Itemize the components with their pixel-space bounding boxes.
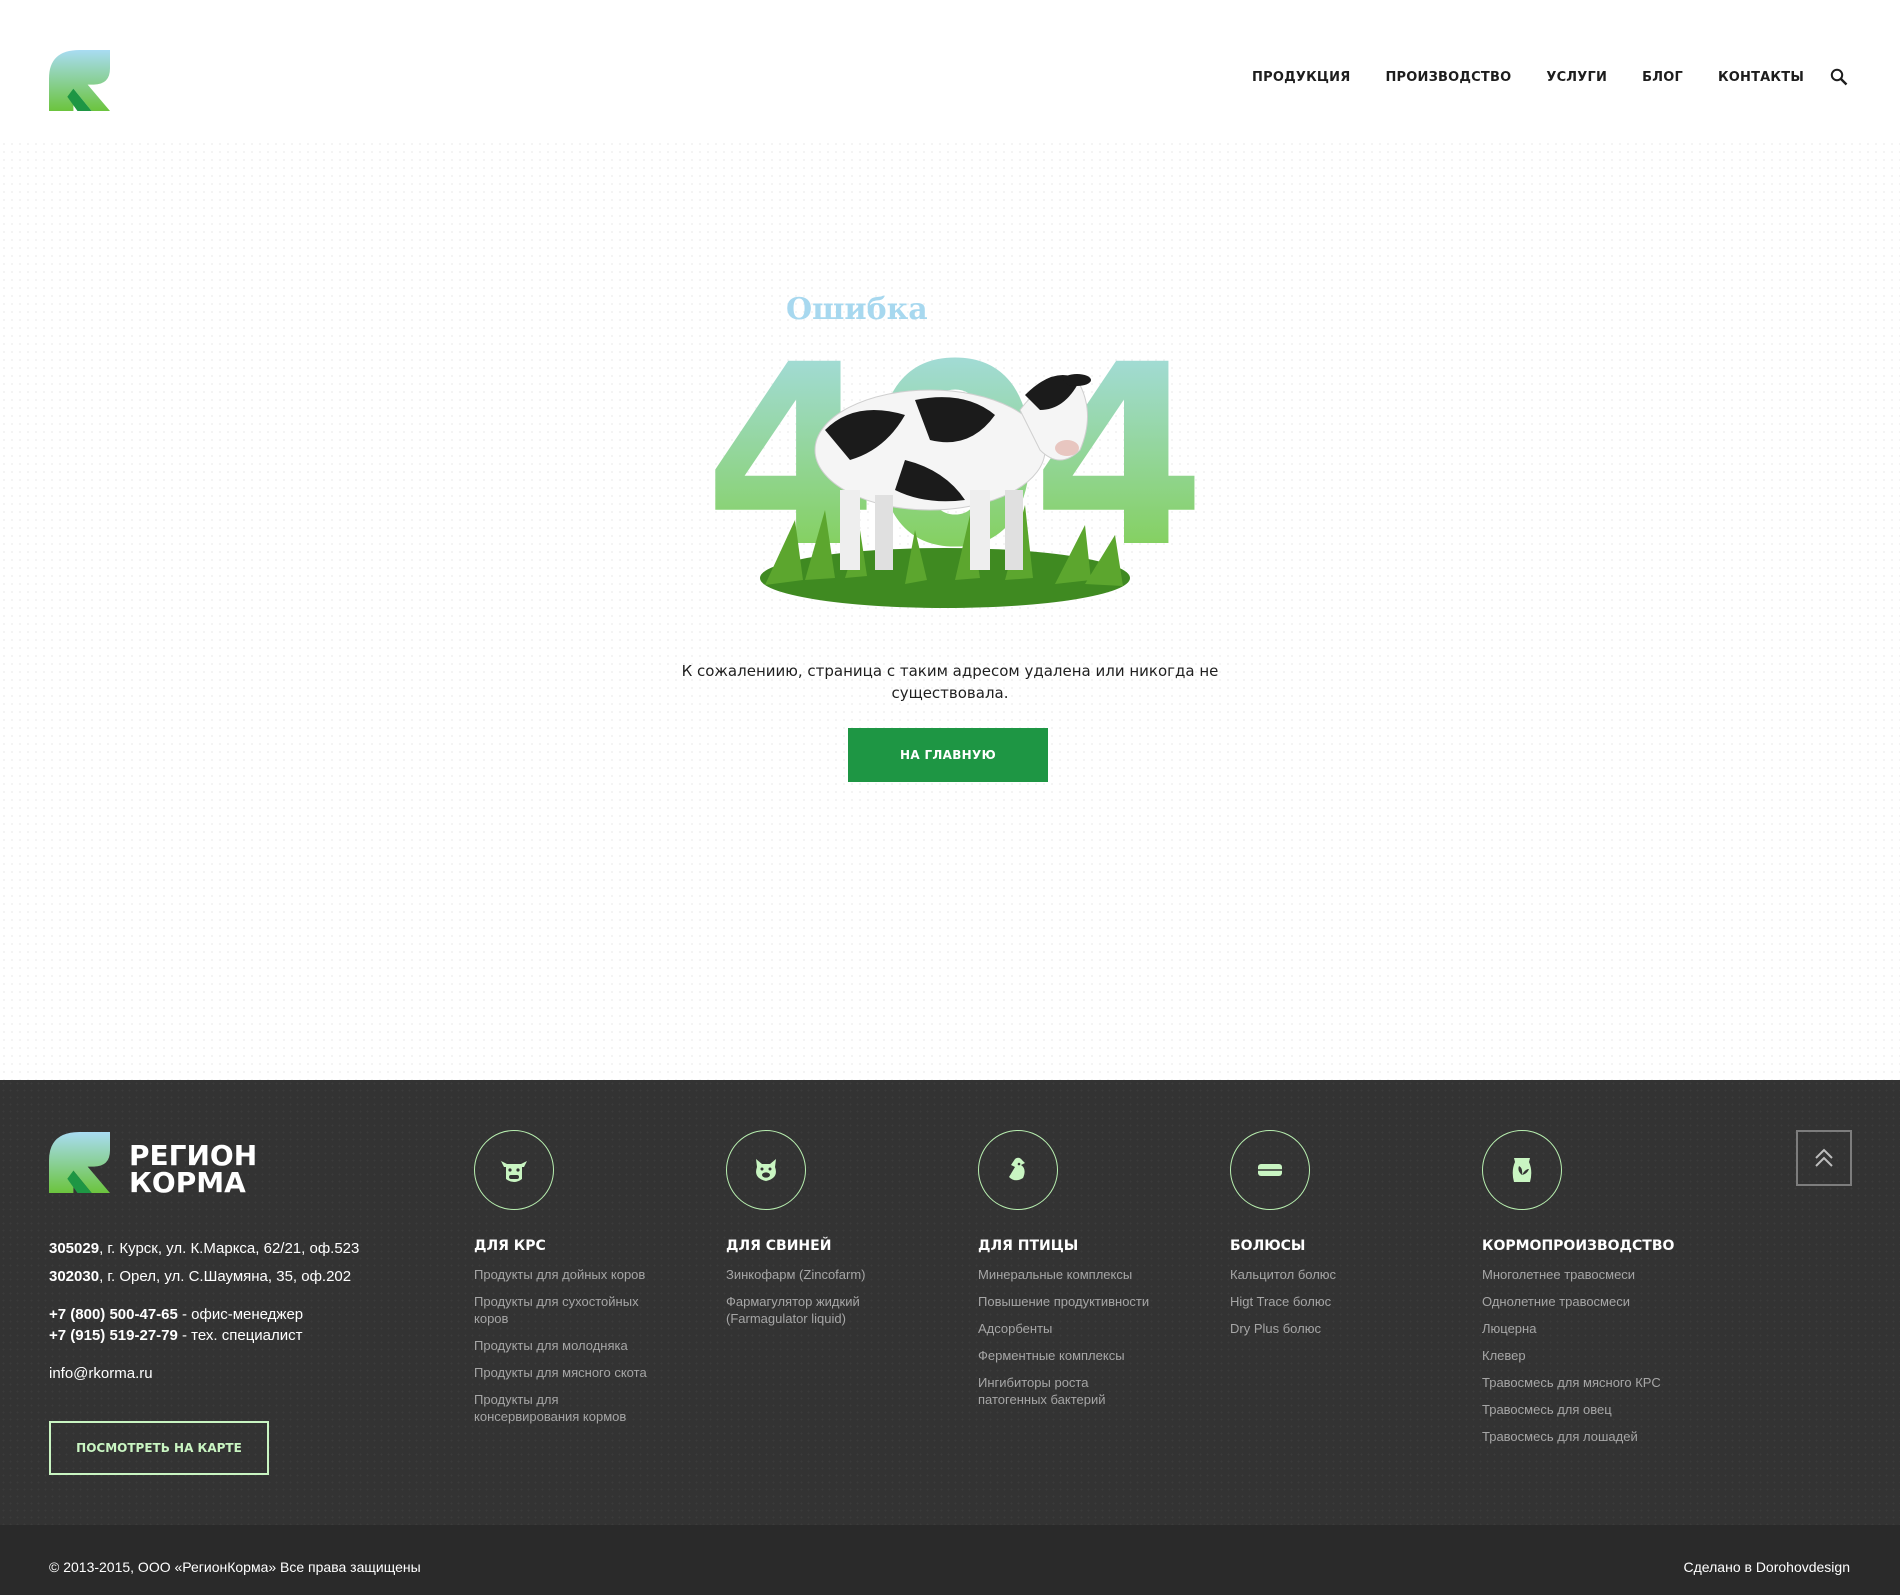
cow-icon [501, 1161, 527, 1182]
footer-link[interactable]: Продукты для дойных коров [474, 1266, 649, 1283]
footer-link[interactable]: Клевер [1482, 1347, 1692, 1364]
brand-line-2: КОРМА [129, 1166, 246, 1199]
phone-office-note: - офис-менеджер [177, 1306, 304, 1323]
column-title: ДЛЯ КРС [474, 1238, 546, 1254]
cow-illustration [760, 374, 1130, 608]
column-title: ДЛЯ ПТИЦЫ [978, 1238, 1079, 1254]
footer-col-boluses: БОЛЮСЫ Кальцитол болюс Higt Trace болюс … [1230, 1130, 1460, 1347]
poultry-category-button[interactable] [978, 1130, 1058, 1210]
logo-icon [49, 1132, 110, 1193]
designer-credit-link[interactable]: Сделано в Dorohovdesign [1684, 1559, 1850, 1575]
view-map-button[interactable]: ПОСМОТРЕТЬ НА КАРТЕ [49, 1421, 269, 1475]
footer-link[interactable]: Кальцитол болюс [1230, 1266, 1405, 1283]
footer-link[interactable]: Фармагулятор жидкий (Farmagulator liquid… [726, 1293, 901, 1327]
footer-link[interactable]: Продукты для молодняка [474, 1337, 649, 1354]
logo-icon[interactable] [49, 50, 110, 111]
phone-office[interactable]: +7 (800) 500-47-65 [49, 1306, 178, 1323]
column-title: ДЛЯ СВИНЕЙ [726, 1238, 832, 1254]
footer-link[interactable]: Повышение продуктивности [978, 1293, 1153, 1310]
double-chevron-up-icon [1815, 1148, 1833, 1167]
email-link[interactable]: info@rkorma.ru [49, 1365, 389, 1382]
brand-line-1: РЕГИОН [129, 1139, 258, 1172]
footer-link[interactable]: Травосмесь для мясного КРС [1482, 1374, 1692, 1391]
footer: РЕГИОН КОРМА 305029, г. Курск, ул. К.Мар… [0, 1080, 1900, 1525]
footer-link[interactable]: Минеральные комплексы [978, 1266, 1153, 1283]
footer-col-poultry: ДЛЯ ПТИЦЫ Минеральные комплексы Повышени… [978, 1130, 1208, 1418]
phone-tech-note: - тех. специалист [177, 1327, 303, 1344]
copyright-text: © 2013-2015, ООО «РегионКорма» Все права… [49, 1559, 421, 1575]
footer-col-pigs: ДЛЯ СВИНЕЙ Зинкофарм (Zincofarm) Фармагу… [726, 1130, 956, 1337]
phone-tech[interactable]: +7 (915) 519-27-79 [49, 1327, 178, 1344]
footer-link[interactable]: Ферментные комплексы [978, 1347, 1153, 1364]
error-message: К сожалениию, страница с таким адресом у… [681, 662, 1219, 702]
main-nav: ПРОДУКЦИЯ ПРОИЗВОДСТВО УСЛУГИ БЛОГ КОНТА… [1217, 68, 1848, 86]
postal-code-kursk: 305029 [49, 1240, 100, 1257]
feed-category-button[interactable] [1482, 1130, 1562, 1210]
feed-bag-icon [1512, 1158, 1532, 1182]
footer-link[interactable]: Травосмесь для лошадей [1482, 1428, 1692, 1445]
postal-code-orel: 302030 [49, 1268, 100, 1285]
address-orel: , г. Орел, ул. С.Шаумяна, 35, оф.202 [99, 1268, 352, 1285]
footer-link[interactable]: Продукты для мясного скота [474, 1364, 649, 1381]
bolus-icon [1258, 1164, 1282, 1176]
footer-contacts: 305029, г. Курск, ул. К.Маркса, 62/21, о… [49, 1240, 389, 1393]
footer-link[interactable]: Продукты для сухостойных коров [474, 1293, 649, 1327]
footer-link[interactable]: Продукты для консервирования кормов [474, 1391, 649, 1425]
column-title: БОЛЮСЫ [1230, 1238, 1306, 1254]
boluses-category-button[interactable] [1230, 1130, 1310, 1210]
footer-link[interactable]: Травосмесь для овец [1482, 1401, 1692, 1418]
nav-products[interactable]: ПРОДУКЦИЯ [1252, 70, 1350, 85]
footer-col-feed: КОРМОПРОИЗВОДСТВО Многолетнее травосмеси… [1482, 1130, 1712, 1455]
pig-icon [756, 1159, 776, 1181]
footer-link[interactable]: Higt Trace болюс [1230, 1293, 1405, 1310]
home-button[interactable]: НА ГЛАВНУЮ [848, 728, 1048, 782]
footer-link[interactable]: Ингибиторы роста патогенных бактерий [978, 1374, 1153, 1408]
header: ПРОДУКЦИЯ ПРОИЗВОДСТВО УСЛУГИ БЛОГ КОНТА… [0, 0, 1900, 140]
brand-name: РЕГИОН КОРМА [129, 1139, 258, 1199]
nav-services[interactable]: УСЛУГИ [1546, 70, 1607, 85]
nav-production[interactable]: ПРОИЗВОДСТВО [1385, 70, 1511, 85]
chicken-icon [1009, 1157, 1025, 1181]
footer-bottom-bar: © 2013-2015, ООО «РегионКорма» Все права… [0, 1525, 1900, 1595]
footer-link[interactable]: Многолетнее травосмеси [1482, 1266, 1692, 1283]
address-kursk: , г. Курск, ул. К.Маркса, 62/21, оф.523 [99, 1240, 360, 1257]
search-icon[interactable] [1830, 68, 1848, 86]
cattle-category-button[interactable] [474, 1130, 554, 1210]
column-title: КОРМОПРОИЗВОДСТВО [1482, 1238, 1675, 1254]
nav-blog[interactable]: БЛОГ [1642, 70, 1683, 85]
scroll-to-top-button[interactable] [1796, 1130, 1852, 1186]
footer-link[interactable]: Однолетние травосмеси [1482, 1293, 1692, 1310]
footer-logo[interactable]: РЕГИОН КОРМА [49, 1132, 257, 1197]
footer-col-cattle: ДЛЯ КРС Продукты для дойных коров Продук… [474, 1130, 704, 1435]
footer-link[interactable]: Dry Plus болюс [1230, 1320, 1405, 1337]
nav-contacts[interactable]: КОНТАКТЫ [1718, 70, 1804, 85]
footer-link[interactable]: Зинкофарм (Zincofarm) [726, 1266, 901, 1283]
footer-link[interactable]: Люцерна [1482, 1320, 1692, 1337]
footer-link[interactable]: Адсорбенты [978, 1320, 1153, 1337]
pigs-category-button[interactable] [726, 1130, 806, 1210]
